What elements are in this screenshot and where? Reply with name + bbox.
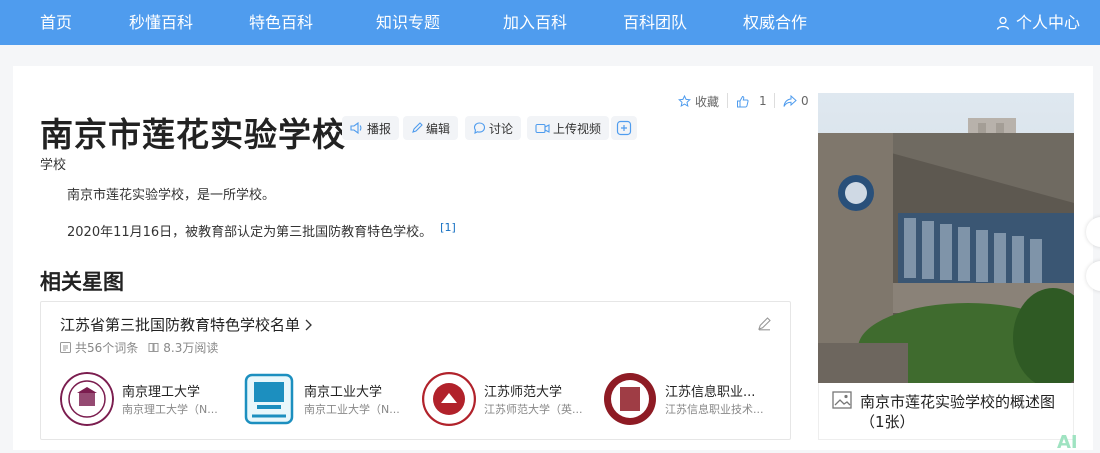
school-logo [603,372,657,426]
entry-category: 学校 [40,158,67,173]
nav-item-featured[interactable]: 特色百科 [249,0,313,45]
user-center-label: 个人中心 [1015,13,1080,32]
nav-item-team[interactable]: 百科团队 [623,0,687,45]
list-icon [60,342,71,353]
school-name: 南京理工大学 [122,385,201,400]
page-title: 南京市莲花实验学校 [40,115,346,154]
share-button[interactable]: 0 [783,92,809,110]
school-desc: 江苏师范大学（英... [484,403,583,416]
reference-link[interactable]: [1] [440,221,456,234]
share-arrow-icon [783,94,797,107]
history-paragraph: 2020年11月16日，被教育部认定为第三批国防教育特色学校。 [1] [67,221,456,240]
nav-item-home[interactable]: 首页 [40,0,72,45]
school-logo [60,372,114,426]
school-logo [242,372,296,426]
entries-count: 共56个词条 [75,341,139,355]
favorite-button[interactable]: 收藏 [678,92,719,110]
photo-caption: 南京市莲花实验学校的概述图（1张） [860,393,1056,431]
paragraph-text: 2020年11月16日，被教育部认定为第三批国防教育特色学校。 [67,225,433,240]
reads-count: 8.3万阅读 [163,341,219,355]
school-desc: 南京理工大学（N... [122,403,218,416]
nav-item-miaodong[interactable]: 秒懂百科 [129,0,193,45]
section-title-star-map: 相关星图 [40,270,124,294]
book-icon [148,343,159,352]
university-emblem-icon [244,373,294,425]
college-seal-icon [604,373,656,425]
star-map-list-title: 江苏省第三批国防教育特色学校名单 [60,316,301,334]
favorite-label: 收藏 [695,94,720,109]
school-name: 江苏师范大学 [484,385,563,400]
school-logo [422,372,476,426]
discuss-label: 讨论 [489,121,514,136]
star-map-list-link[interactable]: 江苏省第三批国防教育特色学校名单 [60,314,312,335]
top-navigation-bar: 首页 秒懂百科 特色百科 知识专题 加入百科 百科团队 权威合作 个人中心 [0,0,1100,45]
school-name: 江苏信息职业... [665,385,756,400]
school-name: 南京工业大学 [304,385,383,400]
user-center-link[interactable]: 个人中心 [996,0,1080,45]
nav-item-partners[interactable]: 权威合作 [743,0,807,45]
share-count: 0 [801,94,809,108]
chat-bubble-icon [473,122,486,134]
gallery-icon [832,391,852,409]
broadcast-label: 播报 [367,121,392,136]
pencil-icon [412,122,423,133]
nav-item-join[interactable]: 加入百科 [503,0,567,45]
summary-paragraph: 南京市莲花实验学校，是一所学校。 [67,184,275,203]
university-seal-icon [60,372,114,426]
edit-button[interactable]: 编辑 [403,116,459,140]
nav-item-topics[interactable]: 知识专题 [376,0,440,45]
thumbs-up-icon [737,95,749,107]
broadcast-button[interactable]: 播报 [342,116,400,140]
action-divider [727,93,728,108]
plus-square-icon [616,120,632,136]
like-button[interactable]: 1 [736,92,767,110]
overview-photo[interactable] [818,93,1074,383]
video-camera-icon [535,123,550,133]
school-desc: 江苏信息职业技术... [665,403,764,416]
edit-label: 编辑 [426,121,451,136]
school-desc: 南京工业大学（N... [304,403,400,416]
more-button[interactable] [611,116,637,140]
like-count: 1 [759,94,767,108]
pencil-icon [758,317,771,331]
speaker-icon [350,122,362,134]
discuss-button[interactable]: 讨论 [465,116,522,140]
star-map-edit-button[interactable] [757,316,772,335]
star-icon [678,94,691,107]
star-map-meta: 共56个词条 8.3万阅读 [60,339,218,356]
chevron-right-icon [305,319,312,330]
school-building-photo [818,93,1074,383]
user-icon [996,16,1010,30]
action-divider [774,93,775,108]
upload-video-label: 上传视频 [553,121,602,136]
upload-video-button[interactable]: 上传视频 [527,116,610,140]
university-seal-icon [422,372,476,426]
paragraph-text: 南京市莲花实验学校，是一所学校。 [67,188,276,203]
